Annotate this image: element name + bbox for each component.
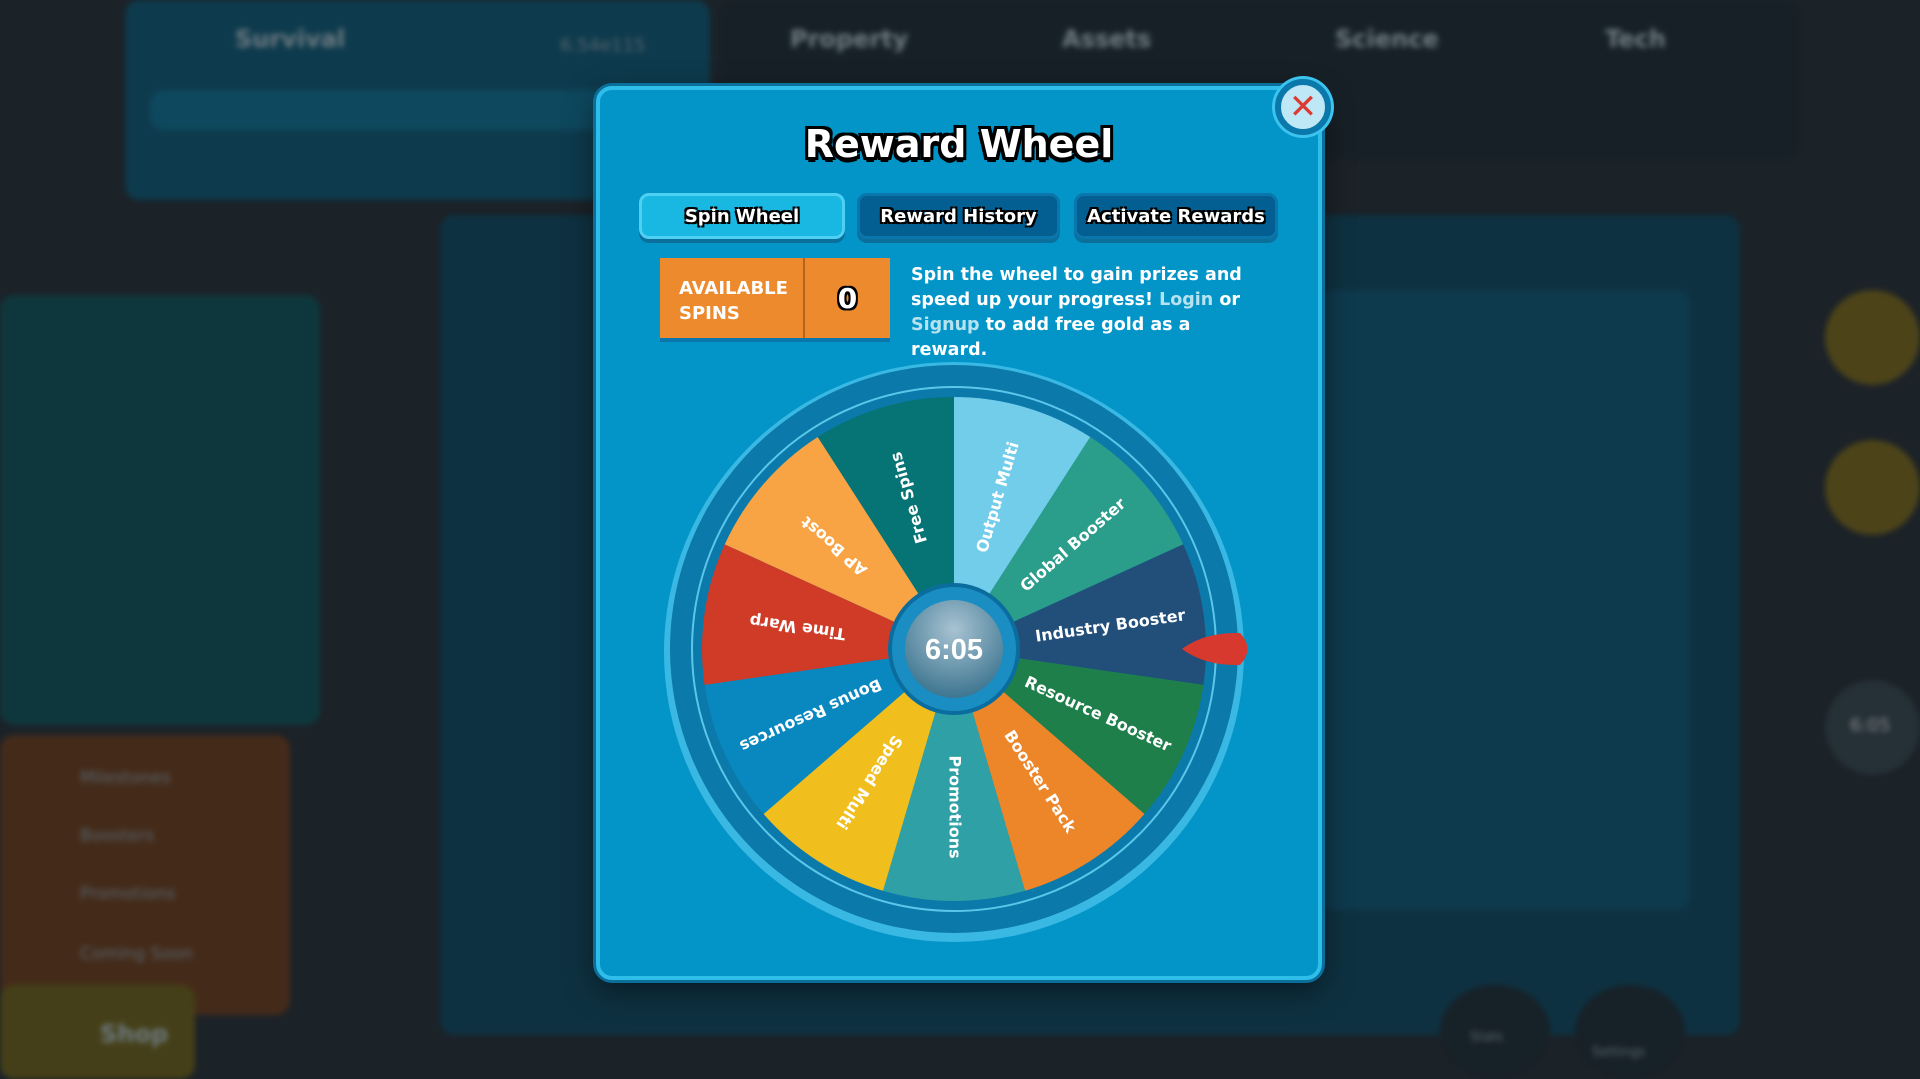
wheel-segment-label: Promotions — [946, 755, 965, 858]
wheel-timer: 6:05 — [925, 634, 983, 666]
reward-wheel[interactable]: Output MultiGlobal BoosterIndustry Boost… — [0, 0, 1920, 1079]
